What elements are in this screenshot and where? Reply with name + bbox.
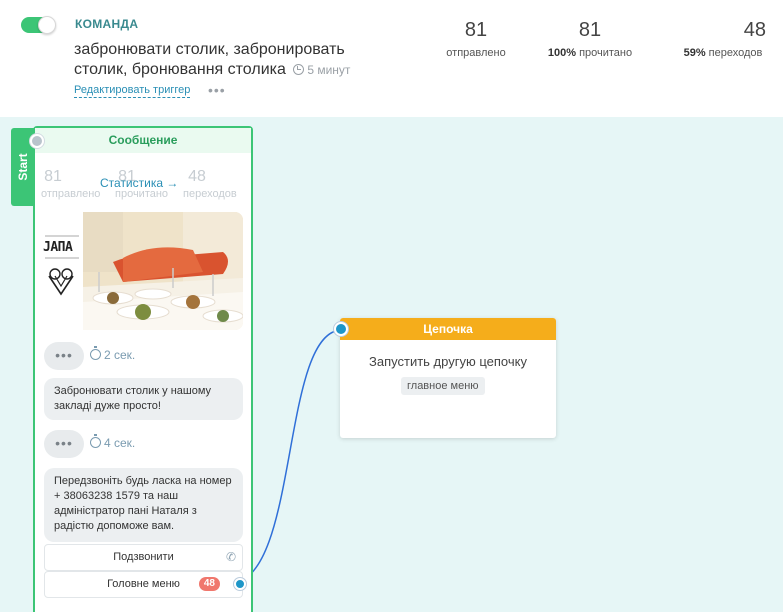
chain-action: Запустить другую цепочку [369, 354, 527, 369]
chain-card[interactable]: Цепочка Запустить другую цепочку главное… [334, 318, 556, 438]
main-menu-button-label: Головне меню [107, 578, 180, 590]
stopwatch-icon [90, 346, 101, 360]
command-toggle[interactable] [21, 16, 56, 34]
restaurant-photo [83, 212, 243, 330]
chain-target-tag[interactable]: главное меню [401, 377, 485, 395]
stat-read: 81 100% прочитано [543, 18, 637, 59]
message-card[interactable]: Сообщение 81 отправлено 81 прочитано 48 … [30, 126, 253, 612]
delay-menu-icon[interactable]: ••• [44, 342, 84, 370]
stat-read-label: 100% прочитано [547, 47, 633, 59]
chain-input-port[interactable] [334, 322, 348, 336]
stat-clicks-label: 59% переходов [683, 47, 763, 59]
message-stat-clicks-label: переходов [183, 188, 237, 200]
restaurant-logo: ЈАПА [41, 212, 83, 330]
message-stat-clicks: 48 [188, 168, 206, 185]
command-duration: 5 минут [290, 63, 350, 77]
clicks-badge: 48 [198, 577, 220, 591]
message-card-title: Сообщение [35, 128, 251, 153]
stat-sent-label: отправлено [446, 47, 506, 59]
delay-time-1: 2 сек. [90, 346, 135, 362]
command-header: КОМАНДА забронювати столик, забронироват… [0, 0, 783, 117]
command-label: КОМАНДА [75, 17, 139, 31]
command-keywords: забронювати столик, забронировать столик… [74, 40, 384, 80]
duration-text: 5 минут [307, 63, 351, 77]
message-bubble-2[interactable]: Передзвоніть будь ласка на номер + 38063… [44, 468, 243, 542]
button-output-port[interactable] [234, 578, 246, 590]
logo-text: ЈАПА [43, 240, 73, 255]
call-button-label: Подзвонити [113, 551, 174, 563]
stat-clicks: 48 59% переходов [676, 18, 770, 59]
statistics-link[interactable]: Статистика → [100, 176, 178, 190]
logo-mark-icon [45, 235, 79, 296]
message-image: ЈАПА [41, 212, 243, 330]
stat-sent: 81 отправлено [444, 18, 508, 59]
message-stat-sent: 81 [44, 168, 62, 185]
history-clock-icon [293, 64, 305, 75]
main-menu-button[interactable]: Головне меню 48 [44, 571, 246, 598]
phone-icon: ✆ [225, 550, 237, 564]
toggle-knob [38, 16, 56, 34]
delay-menu-icon-2[interactable]: ••• [44, 430, 84, 458]
delay-time-2: 4 сек. [90, 434, 135, 450]
chain-card-title: Цепочка [340, 318, 556, 340]
more-options-icon[interactable]: ••• [208, 83, 226, 97]
stopwatch-icon [90, 434, 101, 448]
message-stat-sent-label: отправлено [41, 188, 101, 200]
entry-port[interactable] [30, 134, 44, 148]
stat-clicks-value: 48 [743, 19, 766, 41]
edit-trigger-link[interactable]: Редактировать триггер [74, 84, 191, 98]
call-button[interactable]: Подзвонити ✆ [44, 544, 243, 571]
message-bubble-1[interactable]: Забронювати столик у нашому закладі дуже… [44, 378, 243, 420]
stat-read-value: 81 [578, 19, 602, 41]
stat-sent-value: 81 [464, 19, 488, 41]
